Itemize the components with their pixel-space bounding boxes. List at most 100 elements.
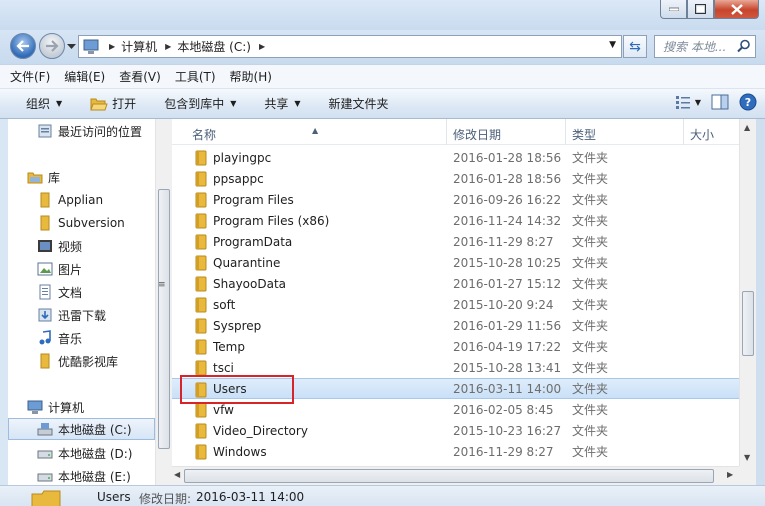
scrollbar-thumb[interactable] <box>742 291 754 356</box>
minimize-button[interactable] <box>660 0 687 19</box>
table-row[interactable]: soft 2015-10-20 9:24 文件夹 <box>172 294 739 315</box>
menu-edit[interactable]: 编辑(E) <box>64 68 105 85</box>
search-input[interactable]: 搜索 本地... <box>654 35 756 58</box>
scroll-up-icon[interactable]: ▲ <box>744 123 750 132</box>
computer-icon <box>27 399 43 415</box>
file-type: 文件夹 <box>572 319 609 333</box>
file-date: 2015-10-28 13:41 <box>453 360 562 375</box>
nav-item-music[interactable]: 音乐 <box>8 327 155 349</box>
table-row[interactable]: Program Files (x86) 2016-11-24 14:32 文件夹 <box>172 210 739 231</box>
include-library-button[interactable]: 包含到库中 ▼ <box>164 95 236 112</box>
nav-item-video[interactable]: 视频 <box>8 235 155 257</box>
table-row[interactable]: Temp 2016-04-19 17:22 文件夹 <box>172 336 739 357</box>
file-date: 2015-10-28 10:25 <box>453 255 562 270</box>
maximize-button[interactable] <box>687 0 714 19</box>
file-date: 2016-01-28 18:56 <box>453 150 562 165</box>
menu-file[interactable]: 文件(F) <box>10 68 50 85</box>
breadcrumb-separator[interactable]: ▶ <box>109 42 115 51</box>
table-row[interactable]: Sysprep 2016-01-29 11:56 文件夹 <box>172 315 739 336</box>
breadcrumb-separator[interactable]: ▶ <box>165 42 171 51</box>
details-date: 2016-03-11 14:00 <box>196 490 305 504</box>
menu-help[interactable]: 帮助(H) <box>230 68 272 85</box>
refresh-icon: ⇆ <box>629 38 641 55</box>
nav-label: Subversion <box>58 216 125 230</box>
view-options-icon[interactable] <box>675 95 691 109</box>
details-pane: Users 修改日期: 2016-03-11 14:00 <box>0 485 765 506</box>
window-border <box>756 119 765 506</box>
menu-tools[interactable]: 工具(T) <box>175 68 216 85</box>
navigation-scrollbar[interactable]: ≡ <box>155 119 172 485</box>
nav-item-youku[interactable]: 优酷影视库 <box>8 350 155 372</box>
nav-item-thunder[interactable]: 迅雷下载 <box>8 304 155 326</box>
nav-item-pictures[interactable]: 图片 <box>8 258 155 280</box>
table-row[interactable]: Program Files 2016-09-26 16:22 文件夹 <box>172 189 739 210</box>
share-button[interactable]: 共享 ▼ <box>264 95 300 112</box>
history-dropdown-icon[interactable] <box>67 44 76 50</box>
nav-item-library[interactable]: 库 <box>8 166 155 188</box>
forward-button[interactable] <box>39 33 65 59</box>
window-controls <box>660 0 759 19</box>
scrollbar-thumb[interactable] <box>158 189 170 449</box>
file-type: 文件夹 <box>572 172 609 186</box>
breadcrumb-separator[interactable]: ▶ <box>259 42 265 51</box>
nav-item-drive-c[interactable]: 本地磁盘 (C:) <box>8 418 155 440</box>
file-date: 2016-01-29 11:56 <box>453 318 562 333</box>
nav-label: 库 <box>48 170 61 185</box>
open-button[interactable]: 打开 <box>90 95 136 112</box>
vertical-scrollbar[interactable]: ▲ ▼ <box>739 119 756 466</box>
nav-label: 视频 <box>58 239 83 254</box>
column-date[interactable]: 修改日期 <box>453 126 501 143</box>
table-row[interactable]: Windows 2016-11-29 8:27 文件夹 <box>172 441 739 462</box>
folder-icon <box>194 444 208 463</box>
file-name: Video_Directory <box>213 423 308 438</box>
back-button[interactable] <box>10 33 36 59</box>
table-row[interactable]: Video_Directory 2015-10-23 16:27 文件夹 <box>172 420 739 441</box>
breadcrumb-computer[interactable]: 计算机 <box>121 38 157 55</box>
menu-view[interactable]: 查看(V) <box>119 68 161 85</box>
refresh-button[interactable]: ⇆ <box>623 35 647 58</box>
file-date: 2016-04-19 17:22 <box>453 339 562 354</box>
nav-item-drive-d[interactable]: 本地磁盘 (D:) <box>8 442 155 464</box>
nav-item-recent[interactable]: 最近访问的位置 <box>8 120 155 142</box>
table-row[interactable]: ppsappc 2016-01-28 18:56 文件夹 <box>172 168 739 189</box>
file-type: 文件夹 <box>572 424 609 438</box>
nav-item-computer[interactable]: 计算机 <box>8 396 155 418</box>
scrollbar-thumb[interactable] <box>184 469 714 483</box>
folder-icon <box>194 276 208 295</box>
include-library-label: 包含到库中 <box>164 97 225 111</box>
command-bar: 组织 ▼ 打开 包含到库中 ▼ 共享 ▼ 新建文件夹 ▼ ? <box>0 89 765 119</box>
table-row[interactable]: playingpc 2016-01-28 18:56 文件夹 <box>172 147 739 168</box>
address-bar[interactable]: ▶ 计算机 ▶ 本地磁盘 (C:) ▶ ▼ <box>78 35 622 58</box>
view-dropdown-icon[interactable]: ▼ <box>695 98 701 107</box>
column-size[interactable]: 大小 <box>690 126 714 143</box>
new-folder-button[interactable]: 新建文件夹 <box>329 95 389 112</box>
close-button[interactable] <box>714 0 759 19</box>
nav-item-drive-e[interactable]: 本地磁盘 (E:) <box>8 465 155 485</box>
nav-item-documents[interactable]: 文档 <box>8 281 155 303</box>
nav-item-applian[interactable]: Applian <box>8 189 155 211</box>
help-icon[interactable]: ? <box>739 93 757 111</box>
scroll-left-icon[interactable]: ◀ <box>174 470 180 479</box>
table-row[interactable]: ShayooData 2016-01-27 15:12 文件夹 <box>172 273 739 294</box>
hard-drive-icon <box>37 445 53 461</box>
column-name[interactable]: 名称 <box>192 126 216 143</box>
folder-icon <box>194 423 208 442</box>
scroll-right-icon[interactable]: ▶ <box>727 470 733 479</box>
scroll-down-icon[interactable]: ▼ <box>744 453 750 462</box>
nav-item-subversion[interactable]: Subversion <box>8 212 155 234</box>
horizontal-scrollbar[interactable]: ◀ ▶ <box>172 466 739 485</box>
library-folder-icon <box>37 353 53 369</box>
table-row[interactable]: ProgramData 2016-11-29 8:27 文件夹 <box>172 231 739 252</box>
table-row[interactable]: Quarantine 2015-10-28 10:25 文件夹 <box>172 252 739 273</box>
address-dropdown-icon[interactable]: ▼ <box>609 40 616 50</box>
svg-text:?: ? <box>745 96 751 109</box>
breadcrumb-drive-c[interactable]: 本地磁盘 (C:) <box>177 38 251 55</box>
nav-label: 计算机 <box>48 400 85 415</box>
nav-label: 迅雷下载 <box>58 308 107 323</box>
preview-pane-icon[interactable] <box>711 94 729 110</box>
navigation-pane: 最近访问的位置 库 Applian Subversion 视频 图片 文档 迅雷… <box>8 119 155 485</box>
file-name: Sysprep <box>213 318 262 333</box>
organize-button[interactable]: 组织 ▼ <box>26 95 62 112</box>
column-type[interactable]: 类型 <box>572 126 596 143</box>
file-date: 2015-10-23 16:27 <box>453 423 562 438</box>
